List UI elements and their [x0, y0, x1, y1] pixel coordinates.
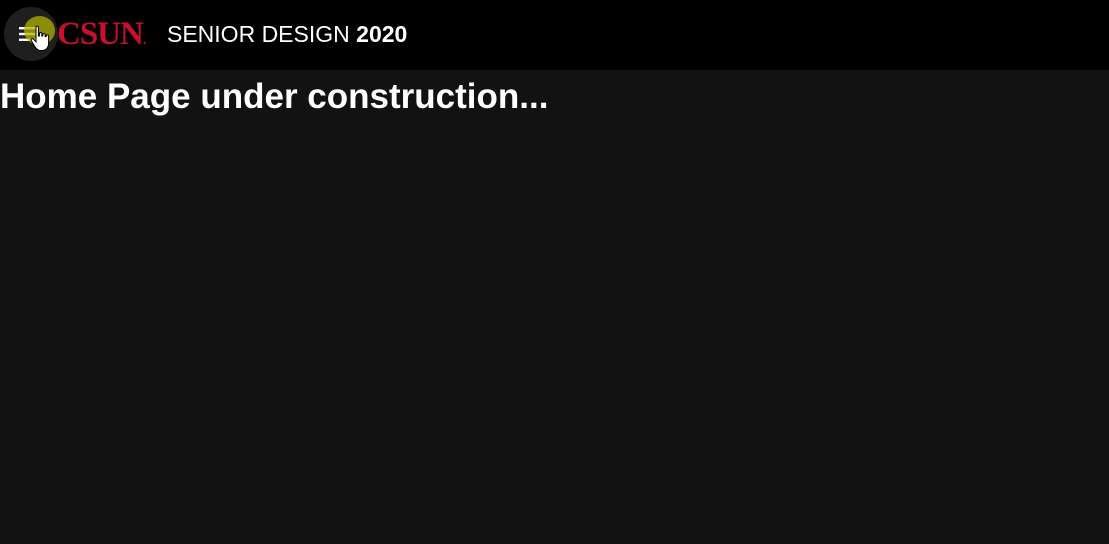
site-title-main: SENIOR DESIGN [167, 21, 357, 47]
page-heading: Home Page under construction... [0, 77, 549, 116]
csun-logo[interactable]: CSUN. [57, 14, 146, 61]
site-title: SENIOR DESIGN 2020 [167, 20, 407, 48]
top-bar: CSUN. SENIOR DESIGN 2020 [0, 0, 1109, 70]
logo-text: CSUN [57, 16, 144, 52]
logo-dot: . [142, 33, 146, 48]
hand-pointer-icon [30, 25, 50, 51]
menu-button[interactable] [4, 7, 58, 61]
site-title-year: 2020 [356, 21, 408, 47]
